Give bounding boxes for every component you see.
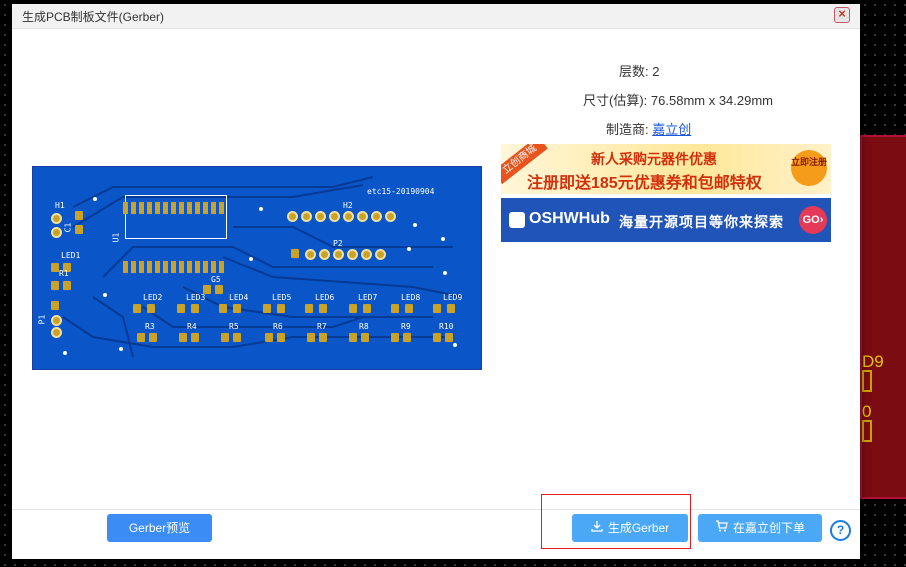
order-at-jlc-label: 在嘉立创下单	[732, 521, 805, 535]
pad	[75, 211, 83, 220]
maker-link[interactable]: 嘉立创	[652, 122, 691, 137]
gerber-dialog: 生成PCB制板文件(Gerber) × etc15-20190904 U1 H1…	[12, 4, 860, 559]
designator-led3: LED3	[186, 293, 206, 302]
layers-label: 层数:	[619, 64, 649, 79]
designator-r4: R4	[187, 322, 197, 331]
pad	[63, 281, 71, 290]
dialog-titlebar: 生成PCB制板文件(Gerber) ×	[12, 4, 860, 29]
go-button[interactable]: GO›	[799, 206, 827, 234]
board-label: etc15-20190904	[367, 187, 435, 196]
pad	[51, 301, 59, 310]
background-board	[860, 135, 906, 499]
pad	[51, 213, 62, 224]
designator-c1: C1	[63, 222, 73, 233]
szlcsc-promo-banner[interactable]: 立创商城 新人采购元器件优惠 注册即送185元优惠券和包邮特权 立即注册	[501, 144, 831, 194]
order-at-jlc-button[interactable]: 在嘉立创下单	[698, 514, 822, 542]
designator-led4: LED4	[229, 293, 249, 302]
designator-led9: LED9	[443, 293, 463, 302]
designator-h2: H2	[343, 201, 353, 210]
designator-r5: R5	[229, 322, 239, 331]
designator-r7: R7	[317, 322, 327, 331]
layers-row: 层数: 2	[619, 61, 659, 80]
designator-r8: R8	[359, 322, 369, 331]
pad	[51, 315, 62, 326]
gerber-preview-button[interactable]: Gerber预览	[107, 514, 212, 542]
designator-h1: H1	[55, 201, 65, 210]
footer-divider	[12, 509, 860, 510]
banner-headline: 新人采购元器件优惠	[591, 151, 717, 167]
designator-r9: R9	[401, 322, 411, 331]
size-label: 尺寸(估算):	[583, 93, 648, 108]
designator-led2: LED2	[143, 293, 163, 302]
pad	[51, 227, 62, 238]
banner-subline: 注册即送185元优惠券和包邮特权	[527, 175, 762, 192]
designator-r3: R3	[145, 322, 155, 331]
background-label-d9: D9	[862, 352, 884, 371]
designator-p1: P1	[37, 314, 47, 325]
designator-r6: R6	[273, 322, 283, 331]
oshwhub-logo-icon	[509, 212, 525, 228]
pad	[51, 281, 59, 290]
oshwhub-slogan: 海量开源项目等你来探索	[619, 214, 784, 230]
designator-led6: LED6	[315, 293, 335, 302]
pad	[75, 225, 83, 234]
register-now-badge[interactable]: 立即注册	[791, 150, 827, 186]
download-icon	[591, 515, 603, 543]
background-pad	[862, 420, 872, 442]
designator-r1: R1	[59, 269, 69, 278]
background-pad	[862, 370, 872, 392]
layers-value: 2	[652, 64, 660, 79]
maker-label: 制造商:	[606, 122, 649, 137]
designator-led1: LED1	[61, 251, 81, 260]
help-icon[interactable]: ?	[830, 520, 851, 541]
cart-icon	[715, 515, 728, 543]
designator-led8: LED8	[401, 293, 421, 302]
designator-led7: LED7	[358, 293, 378, 302]
close-button[interactable]: ×	[834, 6, 850, 23]
designator-g5: G5	[211, 275, 221, 284]
size-value: 76.58mm x 34.29mm	[650, 93, 774, 108]
generate-gerber-button[interactable]: 生成Gerber	[572, 514, 688, 542]
pcb-preview: etc15-20190904 U1 H1 C1 LED1 R1 P1 H2 P2…	[32, 166, 482, 370]
size-row: 尺寸(估算): 76.58mm x 34.29mm	[583, 90, 773, 109]
generate-gerber-label: 生成Gerber	[607, 521, 670, 535]
designator-p2: P2	[333, 239, 343, 248]
designator-r10: R10	[439, 322, 454, 331]
dialog-title: 生成PCB制板文件(Gerber)	[22, 10, 165, 24]
designator-u1: U1	[111, 232, 121, 243]
pcb-traces	[62, 176, 464, 358]
designator-led5: LED5	[272, 293, 292, 302]
background-label-0: 0	[862, 402, 872, 421]
oshwhub-promo-banner[interactable]: OSHWHub 海量开源项目等你来探索 GO›	[501, 198, 831, 242]
close-icon[interactable]: ×	[835, 6, 849, 21]
oshwhub-brand: OSHWHub	[529, 210, 610, 227]
pad	[51, 327, 62, 338]
maker-row: 制造商: 嘉立创	[606, 119, 691, 138]
pad	[51, 263, 59, 272]
